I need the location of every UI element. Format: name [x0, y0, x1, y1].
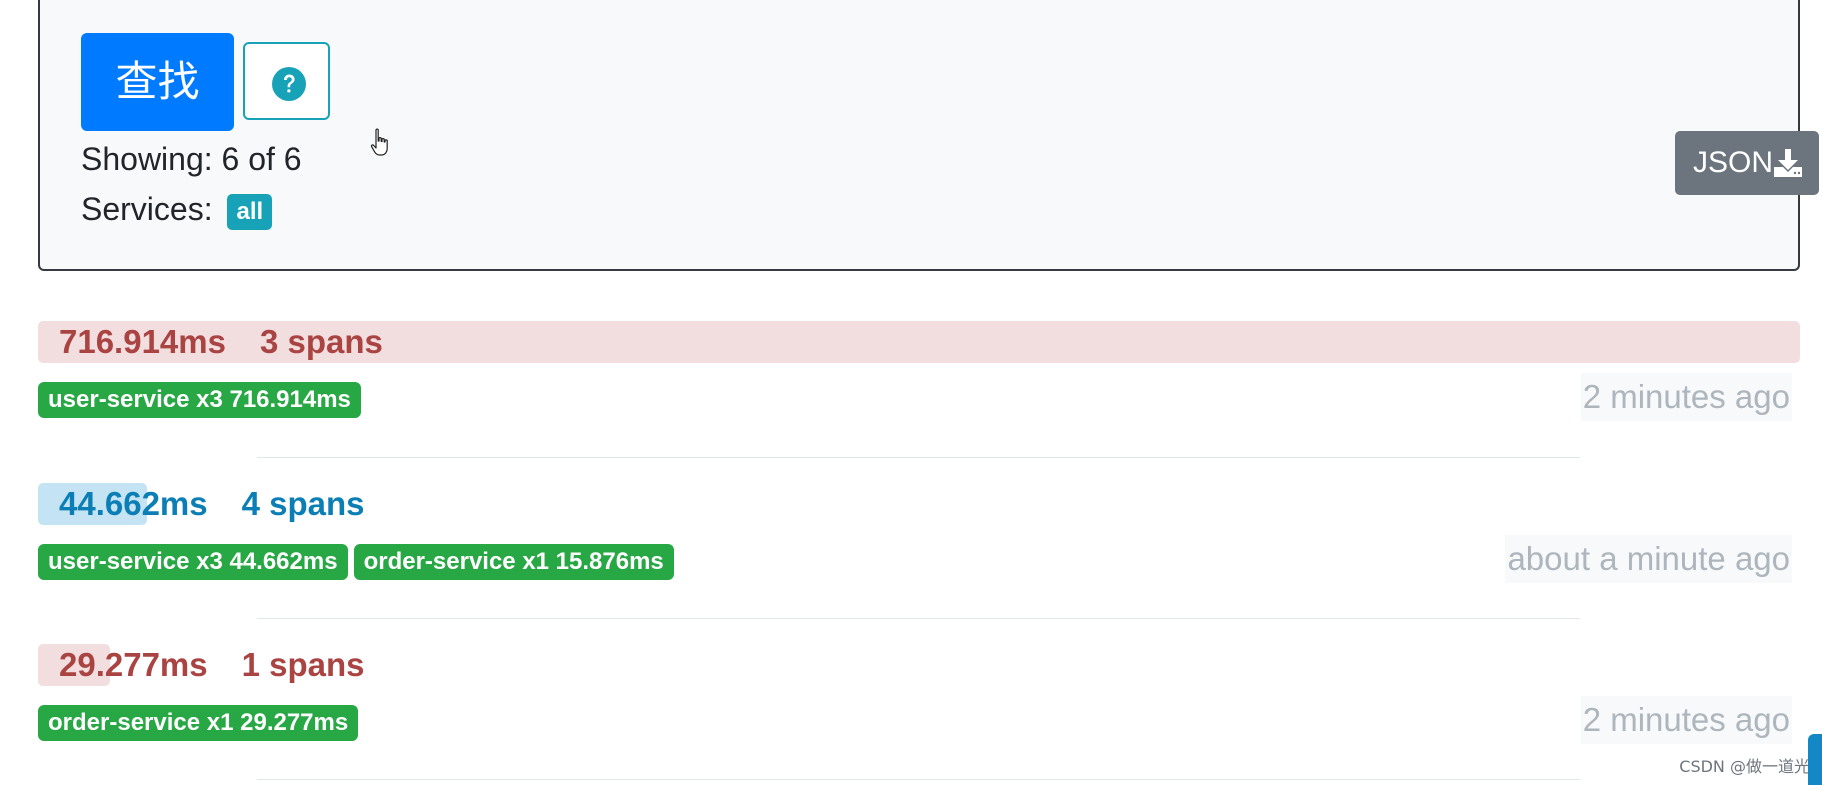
services-filter: Services: all — [81, 189, 273, 230]
search-panel — [38, 0, 1800, 271]
json-download-button[interactable]: JSON — [1675, 131, 1819, 195]
trace-divider — [257, 618, 1580, 619]
trace-duration: 29.277ms — [59, 646, 208, 683]
trace-divider — [257, 457, 1580, 458]
trace-item: 716.914ms 3 spans user-service x3 716.914… — [38, 321, 1800, 421]
service-badge[interactable]: user-service x3 716.914ms — [38, 382, 361, 418]
trace-header[interactable]: 44.662ms 4 spans — [38, 483, 1800, 525]
services-all-badge[interactable]: all — [227, 193, 273, 230]
service-badges: user-service x3 44.662ms order-service x1… — [38, 544, 680, 580]
edge-scroll-tab[interactable] — [1808, 734, 1822, 785]
trace-span-count: 3 spans — [259, 323, 383, 360]
help-button[interactable] — [243, 42, 330, 120]
service-badges: user-service x3 716.914ms — [38, 382, 367, 418]
watermark: CSDN @做一道光 — [1679, 757, 1810, 776]
trace-item: 29.277ms 1 spans order-service x1 29.277m… — [38, 644, 1800, 744]
service-badge[interactable]: user-service x3 44.662ms — [38, 544, 348, 580]
trace-item: 44.662ms 4 spans user-service x3 44.662ms… — [38, 483, 1800, 583]
download-icon — [1774, 149, 1802, 177]
trace-timestamp: about a minute ago — [1505, 535, 1792, 583]
hand-cursor-icon — [370, 128, 388, 156]
service-badges: order-service x1 29.277ms — [38, 705, 364, 741]
json-button-label: JSON — [1693, 146, 1774, 179]
trace-duration: 44.662ms — [59, 485, 208, 522]
find-button[interactable]: 查找 — [81, 33, 234, 131]
service-badge[interactable]: order-service x1 15.876ms — [353, 544, 674, 580]
trace-span-count: 4 spans — [241, 485, 365, 522]
trace-header[interactable]: 29.277ms 1 spans — [38, 644, 1800, 686]
trace-summary: 29.277ms 1 spans — [59, 644, 365, 686]
trace-timestamp: 2 minutes ago — [1580, 696, 1792, 744]
trace-divider — [257, 779, 1580, 780]
services-label: Services: — [81, 191, 213, 227]
results-count: Showing: 6 of 6 — [81, 141, 302, 177]
trace-header[interactable]: 716.914ms 3 spans — [38, 321, 1800, 363]
trace-summary: 44.662ms 4 spans — [59, 483, 365, 525]
question-circle-icon — [272, 67, 306, 101]
trace-timestamp: 2 minutes ago — [1580, 373, 1792, 421]
trace-duration: 716.914ms — [59, 323, 226, 360]
service-badge[interactable]: order-service x1 29.277ms — [38, 705, 359, 741]
trace-span-count: 1 spans — [241, 646, 365, 683]
trace-summary: 716.914ms 3 spans — [59, 321, 383, 363]
